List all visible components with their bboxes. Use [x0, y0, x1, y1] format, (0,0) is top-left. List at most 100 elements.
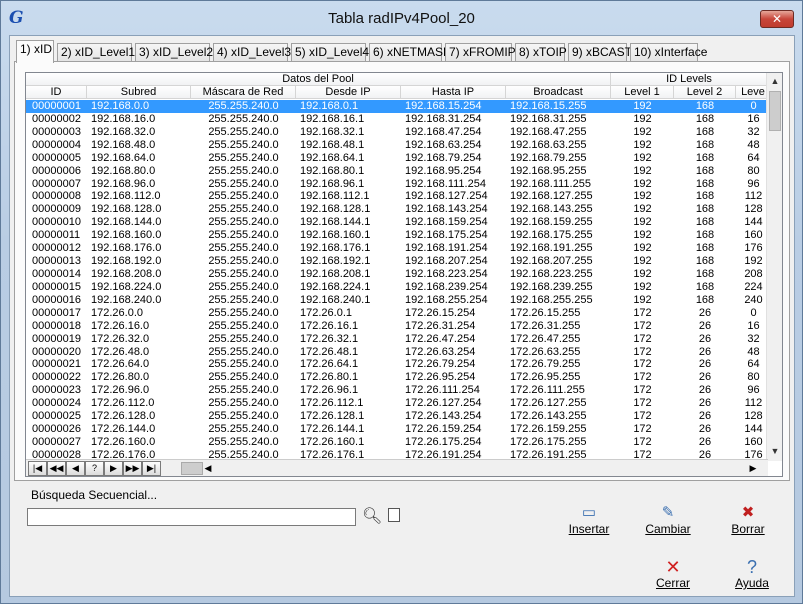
table-row[interactable]: 00000012 192.168.176.0 255.255.240.0 192.16… — [26, 242, 768, 255]
table-row[interactable]: 00000021 172.26.64.0 255.255.240.0 172.26.6… — [26, 358, 768, 371]
table-cell: 192.168.47.254 — [405, 125, 482, 138]
scroll-thumb[interactable] — [769, 91, 781, 131]
document-icon[interactable] — [388, 508, 400, 522]
table-row[interactable]: 00000019 172.26.32.0 255.255.240.0 172.26.3… — [26, 333, 768, 346]
table-cell: 172 — [633, 423, 652, 436]
table-row[interactable]: 00000025 172.26.128.0 255.255.240.0 172.26.… — [26, 410, 768, 423]
table-cell: 192.168.159.255 — [510, 216, 593, 229]
search-input[interactable] — [27, 508, 356, 526]
table-cell: 192 — [633, 255, 652, 268]
table-cell: 172.26.79.254 — [405, 358, 476, 371]
table-row[interactable]: 00000022 172.26.80.0 255.255.240.0 172.26.8… — [26, 371, 768, 384]
table-cell: 168 — [695, 293, 715, 306]
table-row[interactable]: 00000018 172.26.16.0 255.255.240.0 172.26.1… — [26, 320, 768, 333]
table-cell: 192.168.112.0 — [91, 190, 161, 203]
table-cell: 00000003 — [32, 125, 81, 138]
prev-page-icon[interactable]: ◀◀ — [47, 461, 66, 476]
scroll-right-icon[interactable]: ▶ — [746, 461, 760, 476]
table-row[interactable]: 00000023 172.26.96.0 255.255.240.0 172.26.9… — [26, 384, 768, 397]
column-header[interactable]: Level 1 — [611, 86, 674, 99]
table-cell: 172.26.79.255 — [510, 358, 581, 371]
tab-2[interactable]: 2) xID_Level1 — [57, 43, 135, 62]
tab-6[interactable]: 6) xNETMASK — [369, 43, 451, 62]
table-row[interactable]: 00000010 192.168.144.0 255.255.240.0 192.16… — [26, 216, 768, 229]
table-row[interactable]: 00000028 172.26.176.0 255.255.240.0 172.26.… — [26, 449, 768, 458]
column-header[interactable]: Desde IP — [296, 86, 401, 99]
table-row[interactable]: 00000009 192.168.128.0 255.255.240.0 192.16… — [26, 203, 768, 216]
tab-5[interactable]: 5) xID_Level4 — [291, 43, 369, 62]
table-cell: 192.168.79.255 — [510, 151, 587, 164]
column-header[interactable]: ID — [26, 86, 87, 99]
table-cell: 192.168.95.255 — [510, 164, 587, 177]
table-row[interactable]: 00000014 192.168.208.0 255.255.240.0 192.16… — [26, 268, 768, 281]
scroll-down-icon[interactable]: ▼ — [767, 443, 782, 459]
table-row[interactable]: 00000005 192.168.64.0 255.255.240.0 192.168… — [26, 152, 768, 165]
table-row[interactable]: 00000016 192.168.240.0 255.255.240.0 192.16… — [26, 294, 768, 307]
title-bar[interactable]: G Tabla radIPv4Pool_20 ✕ — [1, 1, 802, 35]
tab-9[interactable]: 9) xBCAST — [568, 43, 632, 62]
table-cell: 192 — [633, 125, 652, 138]
table-row[interactable]: 00000015 192.168.224.0 255.255.240.0 192.16… — [26, 281, 768, 294]
prev-record-icon[interactable]: ◀ — [66, 461, 85, 476]
table-row[interactable]: 00000011 192.168.160.0 255.255.240.0 192.16… — [26, 229, 768, 242]
column-header[interactable]: Máscara de Red — [191, 86, 296, 99]
tab-10[interactable]: 10) xInterface — [630, 43, 707, 62]
scroll-left-icon[interactable]: ◀ — [201, 461, 215, 476]
table-cell: 192.168.239.254 — [405, 280, 488, 293]
table-cell: 168 — [695, 151, 715, 164]
window: G Tabla radIPv4Pool_20 ✕ 1) xID 2) xID_Le… — [0, 0, 803, 604]
search-icon[interactable]: 🔍︎ — [362, 506, 382, 526]
table-cell: 00000016 — [32, 293, 81, 306]
column-header[interactable]: Broadcast — [506, 86, 611, 99]
tab-3[interactable]: 3) xID_Level2 — [135, 43, 213, 62]
next-record-icon[interactable]: ▶ — [104, 461, 123, 476]
table-row[interactable]: 00000007 192.168.96.0 255.255.240.0 192.168… — [26, 178, 768, 191]
help-label: Ayuda — [735, 576, 769, 590]
column-header[interactable]: Hasta IP — [401, 86, 506, 99]
column-header[interactable]: Subred — [87, 86, 191, 99]
table-cell: 255.255.240.0 — [208, 255, 279, 268]
table-row[interactable]: 00000020 172.26.48.0 255.255.240.0 172.26.4… — [26, 346, 768, 359]
table-cell: 192.168.160.0 — [91, 229, 162, 242]
query-icon[interactable]: ? — [85, 461, 104, 476]
close-button[interactable]: ✕ Cerrar — [646, 558, 700, 598]
table-cell: 00000007 — [32, 177, 81, 190]
table-row[interactable]: 00000008 192.168.112.0 255.255.240.0 192.16… — [26, 190, 768, 203]
table-cell: 168 — [695, 164, 715, 177]
table-cell: 255.255.240.0 — [208, 306, 279, 319]
insert-button[interactable]: ▭ Insertar — [562, 504, 616, 544]
table-row[interactable]: 00000026 172.26.144.0 255.255.240.0 172.26.… — [26, 423, 768, 436]
help-icon: ? — [746, 557, 757, 577]
table-cell: 192.168.63.255 — [510, 138, 587, 151]
first-record-icon[interactable]: |◀ — [28, 461, 47, 476]
tab-8[interactable]: 8) xTOIP — [515, 43, 567, 62]
table-row[interactable]: 00000004 192.168.48.0 255.255.240.0 192.168… — [26, 139, 768, 152]
last-record-icon[interactable]: ▶| — [142, 461, 161, 476]
table-row[interactable]: 00000003 192.168.32.0 255.255.240.0 192.168… — [26, 126, 768, 139]
close-window-button[interactable]: ✕ — [760, 10, 794, 28]
table-row[interactable]: 00000027 172.26.160.0 255.255.240.0 172.26.… — [26, 436, 768, 449]
vertical-scrollbar[interactable]: ▲ ▼ — [766, 73, 782, 461]
group-header-pool-data: Datos del Pool — [26, 73, 611, 86]
table-cell: 172 — [633, 306, 652, 319]
table-row[interactable]: 00000013 192.168.192.0 255.255.240.0 192.16… — [26, 255, 768, 268]
tab-7[interactable]: 7) xFROMIP — [445, 43, 516, 62]
table-cell: 168 — [695, 125, 715, 138]
table-row[interactable]: 00000001 192.168.0.0 255.255.240.0 192.168.… — [26, 100, 768, 113]
scroll-up-icon[interactable]: ▲ — [767, 73, 782, 89]
table-row[interactable]: 00000024 172.26.112.0 255.255.240.0 172.26.… — [26, 397, 768, 410]
table-row[interactable]: 00000017 172.26.0.0 255.255.240.0 172.26.0.… — [26, 307, 768, 320]
delete-button[interactable]: ✖ Borrar — [721, 504, 775, 544]
table-cell: 26 — [698, 371, 712, 384]
tab-1[interactable]: 1) xID — [16, 40, 54, 63]
change-button[interactable]: ✎ Cambiar — [641, 504, 695, 544]
table-cell: 192.168.111.254 — [405, 177, 486, 190]
table-row[interactable]: 00000002 192.168.16.0 255.255.240.0 192.168… — [26, 113, 768, 126]
help-button[interactable]: ? Ayuda — [725, 558, 779, 598]
horizontal-scroll-thumb[interactable] — [181, 462, 203, 475]
column-header[interactable]: Level 2 — [674, 86, 736, 99]
next-page-icon[interactable]: ▶▶ — [123, 461, 142, 476]
table-row[interactable]: 00000006 192.168.80.0 255.255.240.0 192.168… — [26, 165, 768, 178]
table-cell: 00000005 — [32, 151, 81, 164]
tab-4[interactable]: 4) xID_Level3 — [213, 43, 291, 62]
